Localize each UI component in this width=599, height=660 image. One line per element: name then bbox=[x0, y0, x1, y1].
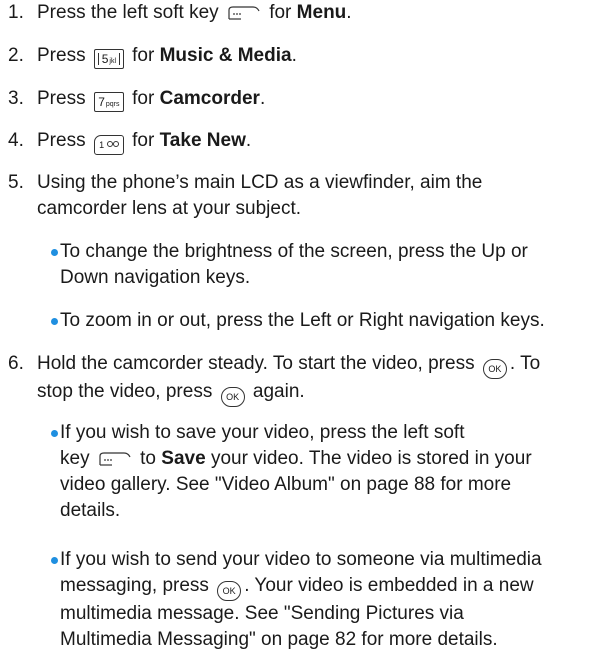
step-text: Press 1 for Take New. bbox=[37, 128, 587, 155]
step-text-post: . bbox=[245, 130, 252, 151]
key-5-icon: 5jkl bbox=[93, 49, 124, 69]
step-number: 2. bbox=[8, 45, 24, 66]
step-number: 5. bbox=[8, 172, 24, 193]
step-text: Press 5jkl for Music & Media. bbox=[37, 43, 587, 69]
key-7-icon: 7pqrs bbox=[93, 92, 124, 112]
step-text: Using the phone’s main LCD as a viewfind… bbox=[37, 170, 587, 222]
step-text-post: . bbox=[291, 45, 297, 66]
ok-key-icon: OK bbox=[482, 359, 507, 379]
step-text-pre: Press the left soft key bbox=[37, 2, 219, 23]
step-text: Press 7pqrs for Camcorder. bbox=[37, 86, 587, 112]
step-text-post: . bbox=[259, 88, 266, 109]
step-number: 6. bbox=[8, 353, 24, 374]
step-text-post: . bbox=[346, 2, 352, 23]
bullet-text: If you wish to send your video to someon… bbox=[60, 549, 542, 650]
bullet-text: To change the brightness of the screen, … bbox=[60, 241, 528, 288]
take-new-label: Take New bbox=[159, 130, 246, 151]
instruction-document: 1. Press the left soft key for Menu. 2. … bbox=[0, 0, 599, 660]
bullet-dot-icon bbox=[51, 318, 58, 325]
bullet-text: If you wish to save your video, press th… bbox=[60, 422, 532, 521]
save-label: Save bbox=[161, 448, 206, 469]
step-text-mid: for bbox=[132, 45, 155, 66]
menu-label: Menu bbox=[296, 2, 347, 23]
step-number: 1. bbox=[8, 2, 24, 23]
key-1-icon: 1 bbox=[93, 135, 124, 155]
ok-key-icon: OK bbox=[217, 581, 242, 601]
step-text-line: Using the phone’s main LCD as a viewfind… bbox=[37, 172, 483, 193]
step-text-mid: for bbox=[269, 2, 292, 23]
step-number: 3. bbox=[8, 88, 24, 109]
bullet-dot-icon bbox=[51, 557, 58, 564]
step-text-mid: for bbox=[132, 88, 155, 109]
left-soft-key-icon bbox=[98, 451, 132, 467]
step-text: Press the left soft key for Menu. bbox=[37, 0, 587, 26]
step-text-pre: Press bbox=[37, 88, 86, 109]
ok-key-icon: OK bbox=[220, 387, 245, 407]
bullet-dot-icon bbox=[51, 430, 58, 437]
step-number: 4. bbox=[8, 130, 24, 151]
step-text: Hold the camcorder steady. To start the … bbox=[37, 351, 587, 407]
step-text-mid: for bbox=[132, 130, 155, 151]
step-text-line: camcorder lens at your subject. bbox=[37, 198, 302, 219]
bullet-dot-icon bbox=[51, 249, 58, 256]
music-media-label: Music & Media bbox=[159, 45, 292, 66]
camcorder-label: Camcorder bbox=[159, 88, 260, 109]
bullet-text: To zoom in or out, press the Left or Rig… bbox=[60, 310, 545, 331]
step-text-pre: Press bbox=[37, 130, 86, 151]
step-text-pre: Press bbox=[37, 45, 86, 66]
left-soft-key-icon bbox=[227, 5, 261, 21]
